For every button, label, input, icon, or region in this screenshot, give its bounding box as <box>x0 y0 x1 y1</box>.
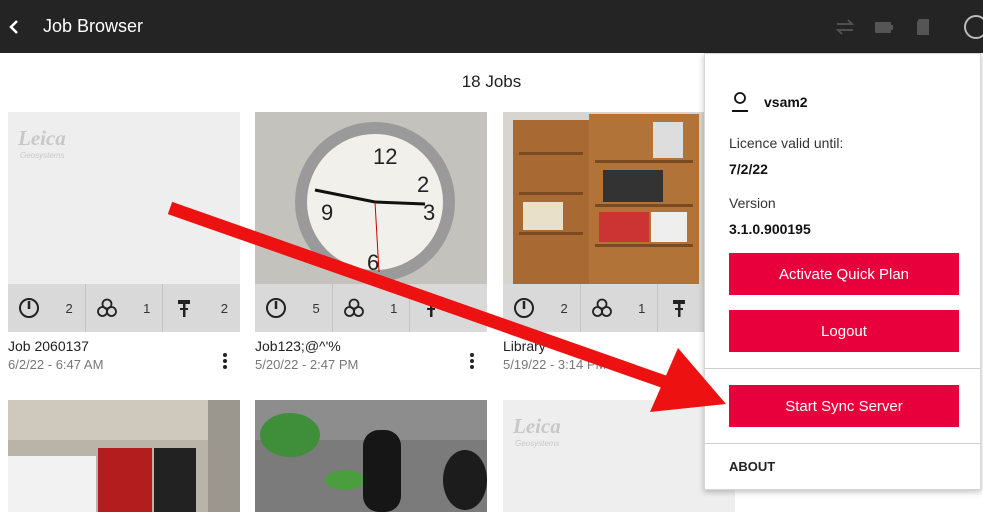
job-name: Job 2060137 <box>8 338 89 354</box>
about-menu-item[interactable]: ABOUT <box>729 459 775 474</box>
scan-stat: 1 <box>86 284 164 332</box>
scan-stat: 1 <box>581 284 659 332</box>
svg-text:2: 2 <box>417 172 429 197</box>
job-name: Library <box>503 338 546 354</box>
total-station-icon <box>514 298 534 318</box>
svg-text:12: 12 <box>373 144 397 169</box>
leica-logo: Leica Geosystems <box>513 414 561 448</box>
total-station-icon <box>19 298 39 318</box>
target-stat: 2 <box>163 284 240 332</box>
username: vsam2 <box>764 94 808 110</box>
divider <box>705 368 980 369</box>
office-vending-photo <box>8 400 240 512</box>
job-date: 6/2/22 - 6:47 AM <box>8 357 104 372</box>
more-options-icon[interactable] <box>467 352 477 372</box>
setup-stat: 2 <box>8 284 86 332</box>
start-sync-server-button[interactable]: Start Sync Server <box>729 385 959 427</box>
top-app-bar: Job Browser <box>0 0 983 53</box>
job-thumbnail: Leica Geosystems <box>503 400 735 512</box>
svg-text:3: 3 <box>423 200 435 225</box>
scanner-plant-photo <box>255 400 487 512</box>
user-icon <box>732 92 748 112</box>
setup-stat: 2 <box>503 284 581 332</box>
job-thumbnail: 2 1 <box>503 112 735 332</box>
user-row: vsam2 <box>731 92 808 112</box>
version-label: Version <box>729 195 776 211</box>
version-value: 3.1.0.900195 <box>729 221 811 237</box>
scan-cluster-icon <box>96 298 117 317</box>
setup-stat: 5 <box>255 284 333 332</box>
total-station-icon <box>266 298 286 318</box>
job-stats-bar: 2 1 2 <box>8 284 240 332</box>
leica-logo: Leica Geosystems <box>18 126 66 160</box>
sync-icon <box>835 19 855 35</box>
job-date: 5/20/22 - 2:47 PM <box>255 357 359 372</box>
job-thumbnail: Leica Geosystems 2 1 2 <box>8 112 240 332</box>
job-date: 5/19/22 - 3:14 PM <box>503 357 607 372</box>
divider <box>705 443 980 444</box>
scan-stat: 1 <box>333 284 411 332</box>
licence-label: Licence valid until: <box>729 135 844 151</box>
job-stats-bar: 2 1 <box>503 284 735 332</box>
battery-icon <box>875 22 893 33</box>
job-thumbnail <box>255 400 487 512</box>
target-pole-icon <box>425 300 438 317</box>
sd-card-icon <box>917 19 929 35</box>
info-icon[interactable] <box>964 15 983 39</box>
target-pole-icon <box>673 300 686 317</box>
target-stat <box>410 284 487 332</box>
job-stats-bar: 5 1 <box>255 284 487 332</box>
svg-text:6: 6 <box>367 250 379 275</box>
activate-quick-plan-button[interactable]: Activate Quick Plan <box>729 253 959 295</box>
target-pole-icon <box>178 300 191 317</box>
job-thumbnail <box>8 400 240 512</box>
scan-cluster-icon <box>343 298 364 317</box>
job-name: Job123;@^'% <box>255 338 341 354</box>
job-thumbnail: 12 2 3 9 6 5 1 <box>255 112 487 332</box>
licence-value: 7/2/22 <box>729 161 768 177</box>
chevron-left-icon[interactable] <box>6 15 22 39</box>
account-popup-menu: vsam2 Licence valid until: 7/2/22 Versio… <box>704 53 981 490</box>
svg-text:9: 9 <box>321 200 333 225</box>
scan-cluster-icon <box>591 298 612 317</box>
page-title: Job Browser <box>43 16 144 36</box>
more-options-icon[interactable] <box>220 352 230 372</box>
logout-button[interactable]: Logout <box>729 310 959 352</box>
